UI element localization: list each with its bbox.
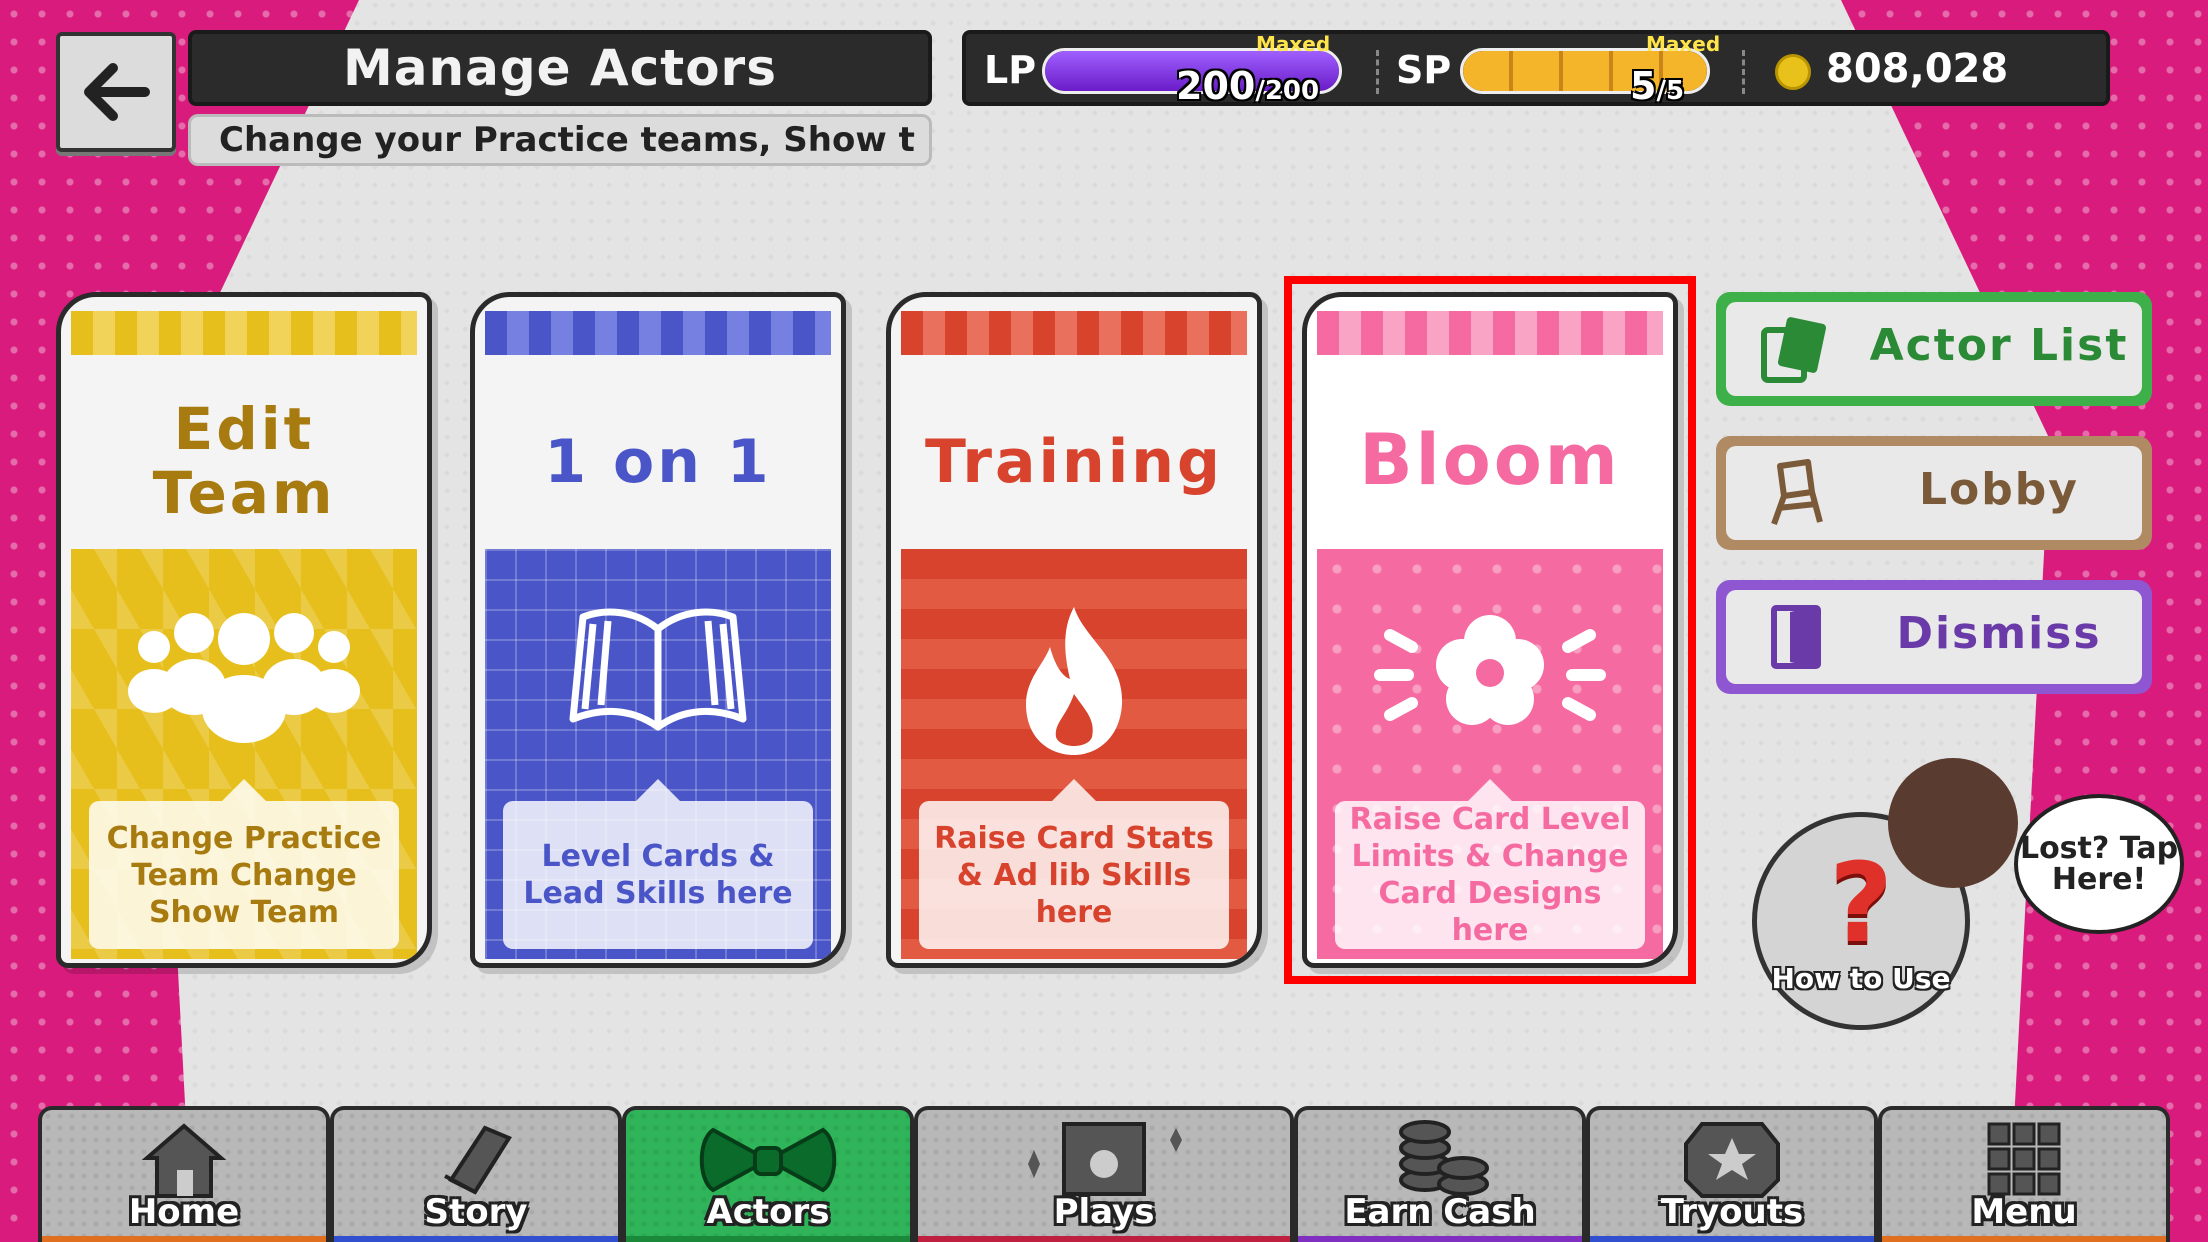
divider — [1376, 50, 1379, 94]
home-icon — [141, 1123, 227, 1198]
nav-tryouts[interactable]: Tryouts — [1586, 1106, 1878, 1242]
bowtie-icon — [699, 1127, 837, 1193]
card-training[interactable]: Training Raise Card Stats & Ad lib Skill… — [886, 292, 1262, 968]
how-to-use-label: How to Use — [1771, 961, 1951, 995]
star-badge-icon — [1684, 1122, 1780, 1198]
page-subtitle: Change your Practice teams, Show t — [188, 114, 932, 166]
card-title: Edit Team — [152, 395, 336, 527]
card-header-pattern — [485, 311, 831, 355]
actor-list-label: Actor List — [1869, 320, 2129, 371]
flame-icon — [901, 599, 1247, 779]
story-book-icon — [444, 1125, 512, 1195]
nav-menu[interactable]: Menu — [1878, 1106, 2170, 1242]
card-art: Change Practice Team Change Show Team — [71, 549, 417, 959]
team-icon — [71, 599, 417, 779]
help-bubble[interactable]: Lost? Tap Here! — [2014, 794, 2184, 934]
nav-earn-cash[interactable]: Earn Cash — [1294, 1106, 1586, 1242]
card-header-pattern — [71, 311, 417, 355]
character-avatar — [1888, 758, 2018, 888]
card-title: Training — [925, 427, 1223, 497]
card-description: Change Practice Team Change Show Team — [89, 779, 399, 949]
nav-underline — [334, 1236, 618, 1242]
dismiss-label: Dismiss — [1896, 608, 2102, 659]
nav-underline — [42, 1236, 326, 1242]
highlight-box — [1284, 276, 1696, 984]
grid-icon — [1987, 1122, 2061, 1196]
card-title: 1 on 1 — [544, 427, 772, 497]
card-description: Level Cards & Lead Skills here — [503, 779, 813, 949]
status-bar: LP Maxed 200/200 SP Maxed 5/5 808,028 — [962, 30, 2110, 108]
bottom-nav: Home Story Actors Plays Earn Cash Tryout… — [38, 1106, 2170, 1242]
sp-label: SP — [1396, 48, 1452, 92]
sp-value: 5/5 — [1630, 64, 1685, 108]
nav-story[interactable]: Story — [330, 1106, 622, 1242]
card-art: Raise Card Stats & Ad lib Skills here — [901, 549, 1247, 959]
sp-maxed: Maxed — [1646, 32, 1721, 56]
card-art: Level Cards & Lead Skills here — [485, 549, 831, 959]
question-mark-icon: ? — [1829, 838, 1893, 967]
page-title: Manage Actors — [188, 30, 932, 106]
nav-underline — [1590, 1236, 1874, 1242]
card-description: Raise Card Stats & Ad lib Skills here — [919, 779, 1229, 949]
dismiss-button[interactable]: Dismiss — [1716, 580, 2152, 694]
lp-value: 200/200 — [1176, 64, 1320, 108]
lobby-button[interactable]: Lobby — [1716, 436, 2152, 550]
lp-maxed: Maxed — [1256, 32, 1331, 56]
card-header-pattern — [901, 311, 1247, 355]
theater-icon — [1028, 1122, 1182, 1196]
coins-icon — [1399, 1120, 1489, 1196]
door-exit-icon — [1771, 605, 1821, 669]
nav-underline — [1298, 1236, 1582, 1242]
card-1-on-1[interactable]: 1 on 1 Level Cards & Lead Skills here — [470, 292, 846, 968]
lobby-label: Lobby — [1919, 464, 2079, 515]
nav-actors[interactable]: Actors — [622, 1106, 914, 1242]
back-button[interactable] — [56, 32, 176, 152]
nav-home[interactable]: Home — [38, 1106, 330, 1242]
cards-icon — [1761, 317, 1827, 383]
book-icon — [485, 599, 831, 779]
nav-underline — [626, 1236, 910, 1242]
nav-underline — [1882, 1236, 2166, 1242]
nav-underline — [918, 1236, 1290, 1242]
actor-list-button[interactable]: Actor List — [1716, 292, 2152, 406]
card-edit-team[interactable]: Edit Team Change Practice Team Change Sh… — [56, 292, 432, 968]
arrow-left-icon — [84, 63, 150, 121]
nav-plays[interactable]: Plays — [914, 1106, 1294, 1242]
divider — [1742, 50, 1745, 94]
coin-icon — [1775, 54, 1811, 90]
chair-icon — [1771, 459, 1823, 526]
money-count: 808,028 — [1826, 46, 2009, 92]
lp-label: LP — [984, 48, 1037, 92]
